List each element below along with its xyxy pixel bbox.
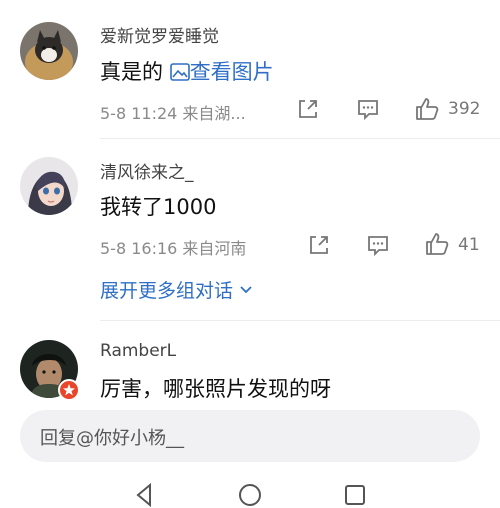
time-location: 5-8 11:24 来自湖...: [100, 104, 246, 123]
like-count: 41: [458, 235, 480, 255]
comment-text-body: 真是的: [100, 60, 163, 84]
reply-input[interactable]: 回复@你好小杨__: [40, 424, 184, 450]
comment-icon: [358, 100, 378, 121]
home-icon[interactable]: [237, 482, 263, 508]
comment-text: 厉害，哪张照片发现的呀: [100, 377, 331, 401]
view-image-label: 查看图片: [189, 60, 274, 84]
comment-icon: [368, 236, 388, 257]
like-button[interactable]: [424, 231, 450, 261]
thumbs-up-icon: [416, 98, 439, 120]
comment-text: 真是的 查看图片: [100, 56, 274, 86]
time-location: 5-8 16:16 来自河南: [100, 239, 247, 258]
expand-label: 展开更多组对话: [100, 280, 234, 302]
thumbs-up-icon: [426, 233, 449, 255]
divider: [100, 320, 500, 321]
verified-badge: [58, 379, 80, 401]
like-count: 392: [448, 99, 481, 119]
share-button[interactable]: [307, 233, 331, 261]
divider: [100, 138, 500, 139]
avatar[interactable]: [20, 157, 78, 215]
username[interactable]: 清风徐来之_: [100, 158, 194, 183]
share-icon: [310, 236, 328, 254]
recent-apps-icon[interactable]: [342, 482, 368, 508]
image-icon: [169, 63, 190, 81]
avatar[interactable]: [20, 22, 78, 80]
reply-box[interactable]: 回复@你好小杨__: [20, 410, 480, 462]
share-button[interactable]: [296, 97, 320, 125]
like-button[interactable]: [414, 96, 440, 126]
expand-conversation-link[interactable]: 展开更多组对话: [100, 276, 253, 303]
back-icon[interactable]: [132, 482, 158, 508]
system-navbar: [0, 472, 500, 508]
share-icon: [299, 100, 317, 118]
username[interactable]: RamberL: [100, 341, 176, 361]
comment-button[interactable]: [356, 97, 380, 125]
chevron-down-icon: [240, 286, 252, 294]
comment-text: 我转了1000: [100, 195, 217, 219]
view-image-link[interactable]: 查看图片: [169, 60, 274, 84]
comment-button[interactable]: [366, 233, 390, 261]
username[interactable]: 爱新觉罗爱睡觉: [100, 22, 219, 47]
